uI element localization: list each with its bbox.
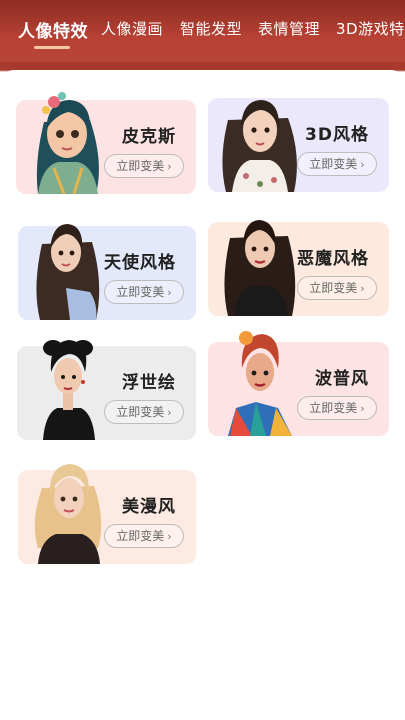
card-title: 天使风格	[104, 253, 176, 273]
transform-button[interactable]: 立即变美 ›	[104, 524, 184, 548]
tab-portrait-comic[interactable]: 人像漫画	[101, 18, 163, 39]
ukiyoe-portrait-icon	[43, 340, 95, 440]
button-label: 立即变美	[116, 159, 165, 173]
chevron-right-icon: ›	[360, 402, 365, 415]
card-title: 美漫风	[122, 497, 176, 517]
button-label: 立即变美	[116, 405, 165, 419]
transform-button[interactable]: 立即变美 ›	[104, 154, 184, 178]
transform-button[interactable]: 立即变美 ›	[297, 396, 377, 420]
effect-card-3d[interactable]: 3D风格 立即变美 ›	[208, 98, 389, 192]
active-tab-indicator	[34, 46, 70, 49]
tab-smart-hairstyle[interactable]: 智能发型	[180, 18, 242, 39]
tab-portrait-effects[interactable]: 人像特效	[18, 17, 88, 42]
button-label: 立即变美	[309, 281, 358, 295]
effect-card-pop-art[interactable]: 波普风 立即变美 ›	[208, 331, 389, 436]
comic-girl-portrait-icon	[34, 464, 102, 564]
card-title: 波普风	[315, 369, 369, 389]
chevron-right-icon: ›	[360, 158, 365, 171]
angel-girl-portrait-icon	[36, 224, 100, 320]
app-screen: 人像特效 人像漫画 智能发型 表情管理 3D游戏特效 皮克斯 立即变美›	[0, 0, 405, 720]
card-title: 浮世绘	[122, 373, 176, 393]
card-title: 恶魔风格	[297, 249, 369, 269]
pop-art-portrait-icon	[228, 331, 292, 436]
effect-card-comic[interactable]: 美漫风 立即变美 ›	[18, 464, 196, 564]
pixar-girl-portrait-icon	[36, 92, 99, 194]
category-tab-bar: 人像特效 人像漫画 智能发型 表情管理 3D游戏特效	[0, 0, 405, 62]
effect-card-pixar[interactable]: 皮克斯 立即变美 ›	[16, 92, 196, 194]
chevron-right-icon: ›	[167, 406, 172, 419]
transform-button[interactable]: 立即变美 ›	[297, 276, 377, 300]
chevron-right-icon: ›	[167, 286, 172, 299]
effect-card-ukiyoe[interactable]: 浮世绘 立即变美 ›	[17, 340, 196, 440]
chevron-right-icon: ›	[360, 282, 365, 295]
button-label: 立即变美	[116, 529, 165, 543]
button-label: 立即变美	[116, 285, 165, 299]
effect-card-angel[interactable]: 天使风格 立即变美 ›	[18, 224, 196, 320]
transform-button[interactable]: 立即变美 ›	[104, 400, 184, 424]
button-label: 立即变美	[309, 401, 358, 415]
effects-grid: 皮克斯 立即变美 › 3D风格 立即变美 › 天使风格 立即变美 › 恶魔风格 …	[0, 70, 405, 720]
chevron-right-icon: ›	[167, 530, 172, 543]
3d-girl-portrait-icon	[222, 100, 297, 192]
tab-3d-game-effects[interactable]: 3D游戏特效	[336, 18, 405, 39]
button-label: 立即变美	[309, 157, 358, 171]
demon-girl-portrait-icon	[224, 220, 296, 316]
tab-expression[interactable]: 表情管理	[258, 18, 320, 39]
transform-button[interactable]: 立即变美 ›	[104, 280, 184, 304]
card-title: 皮克斯	[122, 127, 176, 147]
effect-card-demon[interactable]: 恶魔风格 立即变美 ›	[208, 220, 389, 316]
chevron-right-icon: ›	[167, 160, 172, 173]
transform-button[interactable]: 立即变美 ›	[297, 152, 377, 176]
card-title: 3D风格	[305, 125, 369, 145]
